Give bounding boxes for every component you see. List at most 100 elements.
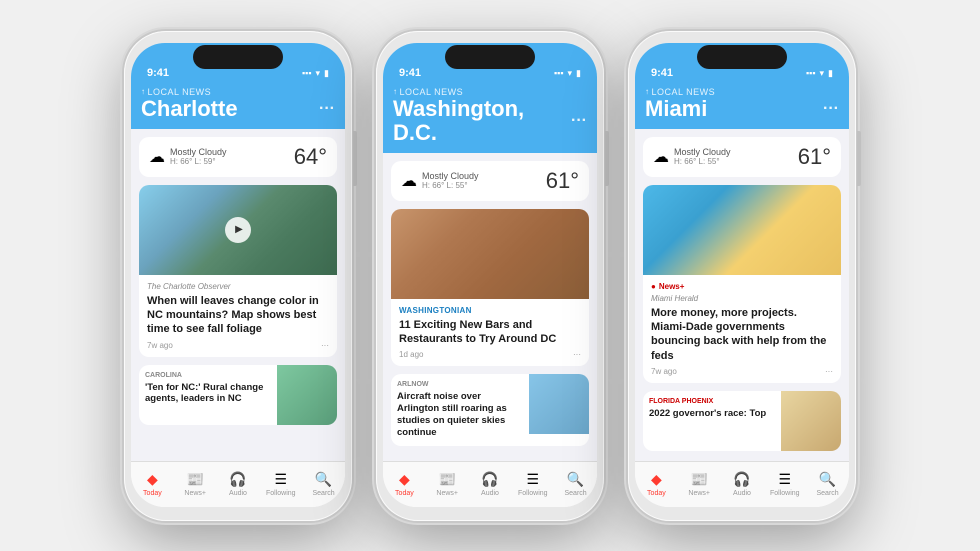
status-time: 9:41 <box>147 67 169 79</box>
secondary-headline: Aircraft noise over Arlington still roar… <box>397 391 523 439</box>
news-image-washington <box>391 209 589 299</box>
tab-following[interactable]: ☰ Following <box>259 471 302 497</box>
newsplus-icon: 📰 <box>690 471 707 488</box>
main-news-card-washington[interactable]: WASHINGTONIAN 11 Exciting New Bars and R… <box>391 209 589 367</box>
tab-bar-washington: ◆ Today 📰 News+ 🎧 Audio ☰ Following 🔍 <box>383 461 597 507</box>
tab-today[interactable]: ◆ Today <box>635 471 678 497</box>
news-more[interactable]: ··· <box>573 350 581 359</box>
main-news-card-charlotte[interactable]: The Charlotte Observer When will leaves … <box>139 185 337 357</box>
secondary-news-card-washington[interactable]: ARLNOW Aircraft noise over Arlington sti… <box>391 374 589 446</box>
tab-following[interactable]: ☰ Following <box>511 471 554 497</box>
status-icons: ▪▪▪ ▾ ▮ <box>806 68 833 79</box>
local-news-label: LOCAL NEWS <box>393 87 587 97</box>
signal-icon: ▪▪▪ <box>302 68 312 78</box>
following-icon: ☰ <box>527 471 540 488</box>
news-body: The Charlotte Observer When will leaves … <box>139 275 337 357</box>
tab-bar-charlotte: ◆ Today 📰 News+ 🎧 Audio ☰ Following 🔍 <box>131 461 345 507</box>
tab-search[interactable]: 🔍 Search <box>806 471 849 497</box>
secondary-text: FLORIDA PHOENIX 2022 governor's race: To… <box>643 391 781 451</box>
weather-left: ☁ Mostly Cloudy H: 66° L: 55° <box>653 147 731 167</box>
secondary-news-card-miami[interactable]: FLORIDA PHOENIX 2022 governor's race: To… <box>643 391 841 451</box>
weather-left: ☁ Mostly Cloudy H: 66° L: 55° <box>401 171 479 191</box>
search-icon: 🔍 <box>567 471 584 488</box>
weather-card: ☁ Mostly Cloudy H: 66° L: 55° 61° <box>643 137 841 177</box>
screen-charlotte: 9:41 ▪▪▪ ▾ ▮ LOCAL NEWS Charlotte ··· <box>131 43 345 507</box>
today-icon: ◆ <box>651 471 662 488</box>
news-source: The Charlotte Observer <box>147 282 329 291</box>
tab-audio-label: Audio <box>733 490 751 497</box>
tab-following[interactable]: ☰ Following <box>763 471 806 497</box>
news-plus-label: News+ <box>659 282 685 291</box>
tab-following-label: Following <box>518 490 548 497</box>
apple-news-icon: ● <box>651 282 656 291</box>
main-news-card-miami[interactable]: ● News+ Miami Herald More money, more pr… <box>643 185 841 383</box>
today-icon: ◆ <box>147 471 158 488</box>
tab-audio[interactable]: 🎧 Audio <box>721 471 764 497</box>
news-time: 1d ago <box>399 350 423 359</box>
tab-search[interactable]: 🔍 Search <box>302 471 345 497</box>
play-button[interactable] <box>225 217 251 243</box>
battery-icon: ▮ <box>576 68 581 79</box>
tab-newsplus[interactable]: 📰 News+ <box>426 471 469 497</box>
more-button[interactable]: ··· <box>823 100 839 118</box>
tab-today[interactable]: ◆ Today <box>383 471 426 497</box>
weather-desc: Mostly Cloudy <box>674 147 731 157</box>
secondary-source: CAROLINA <box>145 372 271 379</box>
wifi-icon: ▾ <box>568 68 573 79</box>
tab-search-label: Search <box>312 490 334 497</box>
news-source-blue: WASHINGTONIAN <box>399 306 581 315</box>
tab-newsplus[interactable]: 📰 News+ <box>678 471 721 497</box>
today-icon: ◆ <box>399 471 410 488</box>
tab-today[interactable]: ◆ Today <box>131 471 174 497</box>
secondary-source: ARLNOW <box>397 381 523 388</box>
tab-newsplus-label: News+ <box>688 490 710 497</box>
news-time: 7w ago <box>651 367 677 376</box>
wifi-icon: ▾ <box>820 68 825 79</box>
status-bar-miami: 9:41 ▪▪▪ ▾ ▮ <box>635 43 849 83</box>
news-meta: 1d ago ··· <box>399 350 581 359</box>
following-icon: ☰ <box>779 471 792 488</box>
weather-desc: Mostly Cloudy <box>422 171 479 181</box>
cloud-icon: ☁ <box>149 147 165 167</box>
audio-icon: 🎧 <box>733 471 750 488</box>
scene: 9:41 ▪▪▪ ▾ ▮ LOCAL NEWS Charlotte ··· <box>104 11 876 541</box>
local-news-label: LOCAL NEWS <box>141 87 335 97</box>
tab-today-label: Today <box>647 490 666 497</box>
secondary-image-charlotte <box>277 365 337 425</box>
battery-icon: ▮ <box>828 68 833 79</box>
tab-newsplus-label: News+ <box>184 490 206 497</box>
tab-newsplus-label: News+ <box>436 490 458 497</box>
news-body: WASHINGTONIAN 11 Exciting New Bars and R… <box>391 299 589 367</box>
app-header-miami: LOCAL NEWS Miami ··· <box>635 83 849 129</box>
news-headline: When will leaves change color in NC moun… <box>147 294 329 337</box>
weather-desc: Mostly Cloudy <box>170 147 227 157</box>
secondary-image-miami <box>781 391 841 451</box>
news-more[interactable]: ··· <box>825 367 833 376</box>
tab-search-label: Search <box>564 490 586 497</box>
signal-icon: ▪▪▪ <box>554 68 564 78</box>
news-more[interactable]: ··· <box>321 341 329 350</box>
news-body: ● News+ Miami Herald More money, more pr… <box>643 275 841 383</box>
more-button[interactable]: ··· <box>571 112 587 130</box>
tab-today-label: Today <box>395 490 414 497</box>
news-source: Miami Herald <box>651 294 833 303</box>
content-miami: ☁ Mostly Cloudy H: 66° L: 55° 61° ● News… <box>635 129 849 461</box>
weather-sub: H: 66° L: 59° <box>170 157 227 166</box>
secondary-headline: 2022 governor's race: Top <box>649 408 775 420</box>
battery-icon: ▮ <box>324 68 329 79</box>
tab-newsplus[interactable]: 📰 News+ <box>174 471 217 497</box>
tab-search[interactable]: 🔍 Search <box>554 471 597 497</box>
more-button[interactable]: ··· <box>319 100 335 118</box>
secondary-news-card-charlotte[interactable]: CAROLINA 'Ten for NC:' Rural change agen… <box>139 365 337 425</box>
city-title: Miami ··· <box>645 97 839 121</box>
weather-sub: H: 66° L: 55° <box>674 157 731 166</box>
city-title: Washington, D.C. ··· <box>393 97 587 145</box>
news-image-charlotte <box>139 185 337 275</box>
screen-washington: 9:41 ▪▪▪ ▾ ▮ LOCAL NEWS Washington, D.C.… <box>383 43 597 507</box>
status-time: 9:41 <box>651 67 673 79</box>
tab-audio[interactable]: 🎧 Audio <box>217 471 260 497</box>
tab-audio[interactable]: 🎧 Audio <box>469 471 512 497</box>
status-icons: ▪▪▪ ▾ ▮ <box>302 68 329 79</box>
phone-miami: 9:41 ▪▪▪ ▾ ▮ LOCAL NEWS Miami ··· ☁ <box>628 31 856 521</box>
news-headline: 11 Exciting New Bars and Restaurants to … <box>399 318 581 347</box>
